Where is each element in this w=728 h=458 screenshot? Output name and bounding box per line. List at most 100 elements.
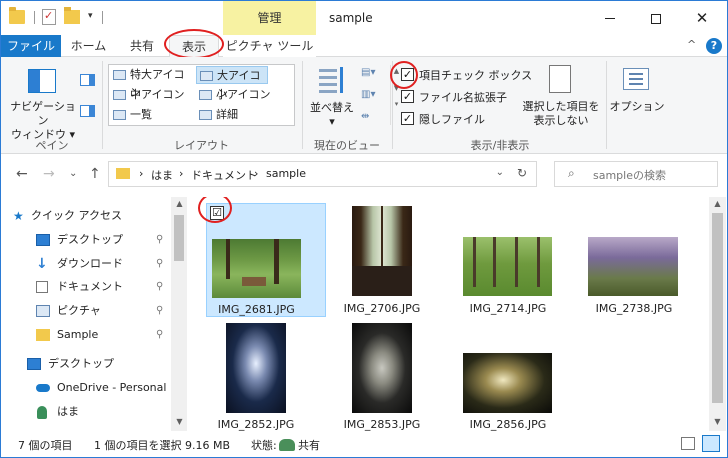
folder-icon: [36, 329, 50, 341]
pin-icon[interactable]: ⚲: [156, 324, 163, 346]
item-checkboxes-checkbox[interactable]: ✓: [401, 68, 414, 81]
tab-view[interactable]: 表示: [169, 35, 219, 58]
properties-icon[interactable]: [42, 9, 56, 25]
group-separator: [392, 61, 393, 149]
sidebar-item-quick-access[interactable]: ★ クイック アクセス: [13, 205, 181, 227]
file-list-scrollbar[interactable]: ▲ ▼: [709, 197, 726, 431]
context-tab-manage[interactable]: 管理: [223, 1, 316, 35]
navigation-pane-icon[interactable]: [28, 69, 56, 93]
file-tile-img-2738[interactable]: IMG_2738.JPG: [587, 203, 707, 323]
help-icon[interactable]: ?: [706, 38, 722, 54]
sidebar-item-documents[interactable]: ドキュメント ⚲: [36, 276, 171, 298]
scroll-down-icon[interactable]: ▼: [171, 417, 188, 426]
tab-home[interactable]: ホーム: [61, 35, 116, 57]
navigation-pane-scrollbar[interactable]: ▲ ▼: [171, 197, 187, 431]
tab-share[interactable]: 共有: [117, 35, 167, 57]
tab-picture-tools[interactable]: ピクチャ ツール: [223, 35, 316, 57]
maximize-button[interactable]: [633, 1, 679, 35]
sidebar-item-pictures[interactable]: ピクチャ ⚲: [36, 300, 171, 322]
back-arrow-icon[interactable]: ←: [16, 166, 28, 182]
group-by-icon[interactable]: ▤▾: [361, 67, 379, 81]
breadcrumb-sample[interactable]: sample: [266, 167, 306, 180]
layout-item-label: 中アイコン: [130, 88, 185, 101]
tab-file[interactable]: ファイル: [1, 35, 61, 57]
sidebar-item-label: Sample: [57, 328, 99, 341]
breadcrumb-separator[interactable]: ›: [179, 167, 183, 180]
cloud-icon: [36, 384, 50, 392]
sidebar-item-sample[interactable]: Sample ⚲: [36, 324, 171, 346]
pin-icon[interactable]: ⚲: [156, 253, 163, 275]
group-label-panes: ペイン: [35, 139, 69, 152]
sidebar-item-downloads[interactable]: ↓ ダウンロード ⚲: [36, 253, 171, 275]
large-icons-view-icon[interactable]: [702, 435, 720, 452]
group-label-show-hide: 表示/非表示: [470, 139, 530, 152]
new-folder-icon[interactable]: [64, 7, 80, 24]
navigation-pane-button[interactable]: ナビゲーション ウィンドウ ▾: [7, 100, 79, 142]
options-button[interactable]: オプション: [609, 100, 665, 114]
item-checkbox[interactable]: ☑: [210, 206, 224, 220]
file-tile-img-2681[interactable]: ☑ IMG_2681.JPG: [206, 203, 326, 317]
file-name: IMG_2852.JPG: [217, 418, 295, 431]
pin-icon[interactable]: ⚲: [156, 276, 163, 298]
hide-selected-icon[interactable]: [549, 65, 571, 93]
minimize-button[interactable]: [587, 1, 633, 35]
desktop-icon: [27, 358, 41, 370]
sort-icon[interactable]: [319, 67, 347, 93]
details-view-icon[interactable]: [681, 437, 695, 450]
scrollbar-thumb[interactable]: [712, 213, 723, 403]
file-tile-img-2853[interactable]: IMG_2853.JPG: [336, 323, 456, 431]
sidebar-item-desktop-root[interactable]: デスクトップ: [27, 353, 171, 375]
refresh-icon[interactable]: ↻: [517, 166, 527, 180]
sidebar-item-label: デスクトップ: [48, 357, 114, 370]
ribbon-collapse-icon[interactable]: ^: [687, 38, 696, 51]
sort-button[interactable]: 並べ替え ▾: [307, 101, 357, 129]
layout-gallery: 特大アイコン 大アイコン 中アイコン 小アイコン 一覧 詳細 ▲ ▼ ▾: [108, 64, 399, 126]
pin-icon[interactable]: ⚲: [156, 229, 163, 251]
details-pane-icon[interactable]: [80, 105, 95, 117]
sidebar-item-onedrive[interactable]: OneDrive - Personal: [36, 377, 171, 399]
breadcrumb-separator[interactable]: ›: [139, 167, 143, 180]
address-dropdown-icon[interactable]: ⌄: [496, 167, 504, 178]
quick-access-dropdown[interactable]: ▾: [88, 11, 93, 21]
up-arrow-icon[interactable]: ↑: [89, 166, 101, 182]
file-tile-img-2714[interactable]: IMG_2714.JPG: [460, 203, 580, 323]
close-button[interactable]: ✕: [679, 1, 725, 35]
layout-list[interactable]: 一覧: [110, 106, 195, 124]
forward-arrow-icon[interactable]: →: [43, 166, 55, 182]
folder-icon[interactable]: [9, 7, 25, 24]
sidebar-item-desktop[interactable]: デスクトップ ⚲: [36, 229, 171, 251]
layout-details[interactable]: 詳細: [196, 106, 281, 124]
file-tile-img-2852[interactable]: IMG_2852.JPG: [210, 323, 330, 431]
layout-medium-icons[interactable]: 中アイコン: [110, 86, 195, 104]
add-columns-icon[interactable]: ▥▾: [361, 89, 379, 103]
address-bar[interactable]: › はま › ドキュメント › sample ⌄ ↻: [108, 161, 537, 187]
options-icon[interactable]: [623, 68, 649, 90]
layout-small-icons[interactable]: 小アイコン: [196, 86, 281, 104]
size-columns-icon[interactable]: ⇹: [361, 111, 379, 125]
hidden-items-checkbox[interactable]: ✓: [401, 112, 414, 125]
scroll-down-icon[interactable]: ▼: [709, 417, 726, 426]
hide-selected-button[interactable]: 選択した項目を 表示しない: [521, 100, 601, 128]
group-separator: [302, 61, 303, 149]
pin-icon[interactable]: ⚲: [156, 300, 163, 322]
breadcrumb-separator[interactable]: ›: [254, 167, 258, 180]
group-label-current-view: 現在のビュー: [314, 139, 380, 152]
preview-pane-icon[interactable]: [80, 74, 95, 86]
file-extensions-checkbox[interactable]: ✓: [401, 90, 414, 103]
layout-large-icons[interactable]: 大アイコン: [196, 66, 268, 100]
search-input[interactable]: ⌕ sampleの検索: [554, 161, 718, 187]
recent-locations-icon[interactable]: ⌄: [69, 168, 77, 179]
breadcrumb-documents[interactable]: ドキュメント: [191, 167, 257, 183]
file-tile-img-2856[interactable]: IMG_2856.JPG: [460, 323, 580, 431]
breadcrumb-user[interactable]: はま: [151, 167, 173, 183]
photo-thumbnail: [352, 323, 412, 413]
scrollbar-thumb[interactable]: [174, 215, 184, 261]
scroll-up-icon[interactable]: ▲: [171, 199, 188, 208]
photo-thumbnail: [588, 237, 678, 296]
file-tile-img-2706[interactable]: IMG_2706.JPG: [336, 203, 456, 323]
sidebar-item-user[interactable]: はま: [37, 401, 171, 423]
navigation-pane: ★ クイック アクセス デスクトップ ⚲ ↓ ダウンロード ⚲ ドキュメント ⚲…: [1, 197, 171, 431]
scroll-up-icon[interactable]: ▲: [709, 199, 726, 208]
layout-extra-large-icons[interactable]: 特大アイコン: [110, 66, 195, 99]
user-icon: [37, 406, 47, 419]
